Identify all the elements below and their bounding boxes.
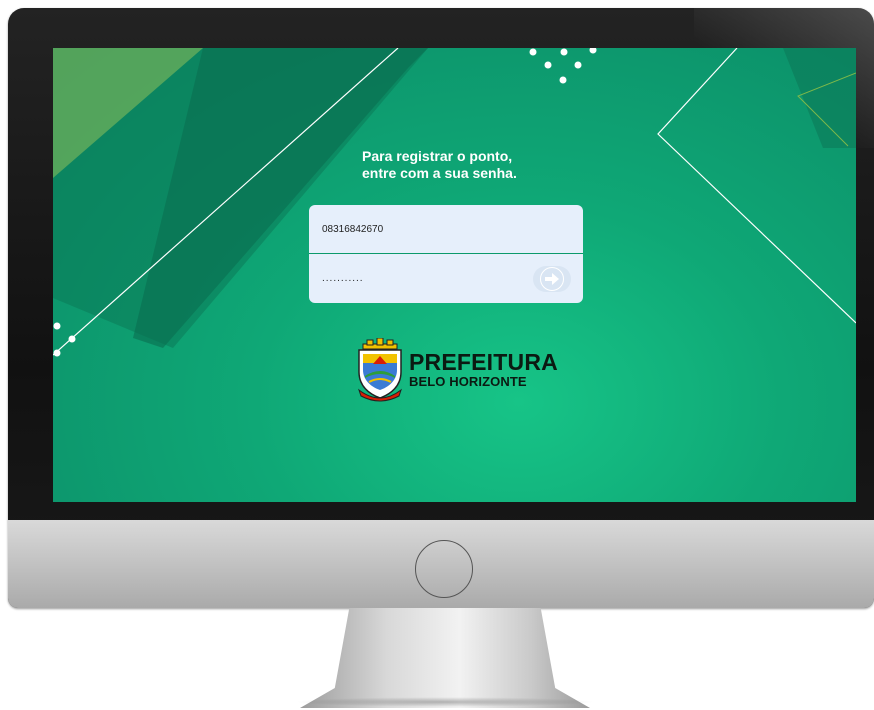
deco-dot <box>589 48 597 54</box>
arrow-right-icon <box>540 267 564 291</box>
deco-dot <box>53 322 61 330</box>
prefeitura-logo: PREFEITURA BELO HORIZONTE <box>355 338 558 402</box>
deco-dot <box>53 349 61 357</box>
headline-line-1: Para registrar o ponto, <box>362 148 513 164</box>
deco-dot <box>529 48 537 56</box>
logo-line-1: PREFEITURA <box>409 349 558 375</box>
deco-dot <box>560 48 568 56</box>
power-ring-icon <box>415 540 473 598</box>
submit-button[interactable] <box>533 266 571 292</box>
city-crest-icon <box>358 338 402 402</box>
monitor: Para registrar o ponto, entre com a sua … <box>8 8 874 608</box>
deco-dot <box>544 61 552 69</box>
username-input[interactable] <box>309 205 583 253</box>
stand-shadow <box>295 697 595 707</box>
login-headline: Para registrar o ponto, entre com a sua … <box>362 148 622 182</box>
headline-line-2: entre com a sua senha. <box>362 165 517 181</box>
login-form <box>309 205 583 303</box>
deco-dot <box>574 61 582 69</box>
monitor-stand <box>300 608 590 708</box>
deco-dot <box>68 335 76 343</box>
monitor-chin <box>8 520 874 608</box>
app-screen: Para registrar o ponto, entre com a sua … <box>53 48 856 502</box>
logo-line-2: BELO HORIZONTE <box>409 374 527 389</box>
deco-dot <box>559 76 567 84</box>
